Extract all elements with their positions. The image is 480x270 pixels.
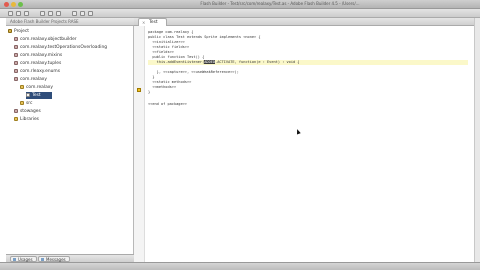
search-icon[interactable]: [72, 11, 77, 16]
debug-icon[interactable]: [48, 11, 53, 16]
tree-item-tuples[interactable]: com.realaxy.tuples: [14, 60, 61, 67]
save-icon[interactable]: [16, 11, 21, 16]
editor-scrollbar[interactable]: [474, 18, 480, 262]
tab-label: Test: [149, 20, 158, 25]
tree-item-src[interactable]: src: [20, 100, 32, 107]
package-explorer-title: Adobe Flash Builder Projects RASE: [10, 19, 79, 24]
close-icon[interactable]: ×: [142, 21, 145, 25]
file-icon: [26, 92, 30, 97]
tree-item-label: com.rleaxy.enums: [20, 69, 60, 74]
tree-item-realaxy[interactable]: com.realaxy: [14, 76, 47, 83]
print-icon[interactable]: [24, 11, 29, 16]
new-icon[interactable]: [8, 11, 13, 16]
tree-item-label: Project: [14, 29, 30, 34]
editor-tab-bar: × Test: [134, 18, 474, 26]
run-icon[interactable]: [40, 11, 45, 16]
package-icon: [14, 44, 18, 49]
tree-item-label: com.realaxy: [20, 77, 47, 82]
status-bar: [0, 262, 480, 270]
title-bar: Flash Builder - Test/src/com/realaxy/Tes…: [0, 0, 480, 9]
package-explorer-panel: Adobe Flash Builder Projects RASE Projec…: [6, 18, 134, 262]
package-icon: [14, 68, 18, 73]
tree-item-label: com.realaxy.tuples: [20, 61, 62, 66]
code-line[interactable]: <<end of package>>: [148, 102, 187, 107]
tree-item-label: Test: [32, 93, 41, 98]
minimize-window-button[interactable]: [11, 2, 16, 7]
zoom-window-button[interactable]: [18, 2, 23, 7]
package-icon: [14, 108, 18, 113]
code-text: .ACTIVATE, function(e : Event) : void {: [215, 60, 300, 64]
package-icon: [14, 60, 18, 65]
warning-icon[interactable]: [137, 88, 141, 92]
profile-icon[interactable]: [56, 11, 61, 16]
usages-icon: [13, 258, 16, 261]
package-icon: [14, 52, 18, 57]
tree-item-operations-overloading[interactable]: com.realaxy.testOperationsOverloading: [14, 44, 107, 51]
package-icon: [14, 76, 18, 81]
tab-test[interactable]: × Test: [138, 18, 167, 26]
tree-item-project[interactable]: Project: [8, 28, 29, 35]
tree-item-label: com.realaxy.testOperationsOverloading: [20, 45, 108, 50]
tree-item-mixins[interactable]: com.realaxy.mixins: [14, 52, 62, 59]
folder-icon: [20, 84, 24, 89]
forward-icon[interactable]: [88, 11, 93, 16]
folder-icon: [14, 116, 18, 121]
selected-token[interactable]: ADDED: [204, 60, 216, 64]
tree-item-objectbuilder[interactable]: com.realaxy.objectbuilder: [14, 36, 77, 43]
code-line[interactable]: }: [148, 90, 150, 95]
window-title: Flash Builder - Test/src/com/realaxy/Tes…: [200, 1, 360, 6]
bottom-tab-bar: Usages Messages: [6, 254, 134, 262]
tree-item-label: com.realaxy: [26, 85, 53, 90]
editor-gutter: [134, 26, 145, 262]
tree-item-realaxy-folder[interactable]: com.realaxy: [20, 84, 53, 91]
tree-item-label: com.realaxy.objectbuilder: [20, 37, 77, 42]
back-icon[interactable]: [80, 11, 85, 16]
package-explorer-header: Adobe Flash Builder Projects RASE: [6, 18, 134, 26]
main-toolbar: [0, 9, 480, 18]
tree-item-stowages[interactable]: stowages: [14, 108, 41, 115]
folder-icon: [20, 100, 24, 105]
code-editor: × Test package com.realaxy { public clas…: [134, 18, 474, 262]
tree-item-enums[interactable]: com.rleaxy.enums: [14, 68, 60, 75]
code-text: this.addEventListener(: [148, 60, 205, 64]
package-icon: [14, 36, 18, 41]
code-line[interactable]: }, <<capture>>, <<useWeakReference>>);: [148, 70, 239, 75]
tree-item-label: com.realaxy.mixins: [20, 53, 63, 58]
tree-item-test[interactable]: Test: [26, 92, 52, 99]
messages-icon: [41, 258, 44, 261]
code-line-highlighted[interactable]: this.addEventListener(ADDED.ACTIVATE, fu…: [148, 60, 468, 65]
code-line[interactable]: <<methods>>: [148, 85, 176, 90]
tree-item-libraries[interactable]: Libraries: [14, 116, 39, 123]
tree-item-label: src: [26, 101, 33, 106]
project-icon: [8, 28, 12, 33]
tree-item-label: stowages: [20, 109, 41, 114]
tree-item-label: Libraries: [20, 117, 39, 122]
close-window-button[interactable]: [4, 2, 9, 7]
